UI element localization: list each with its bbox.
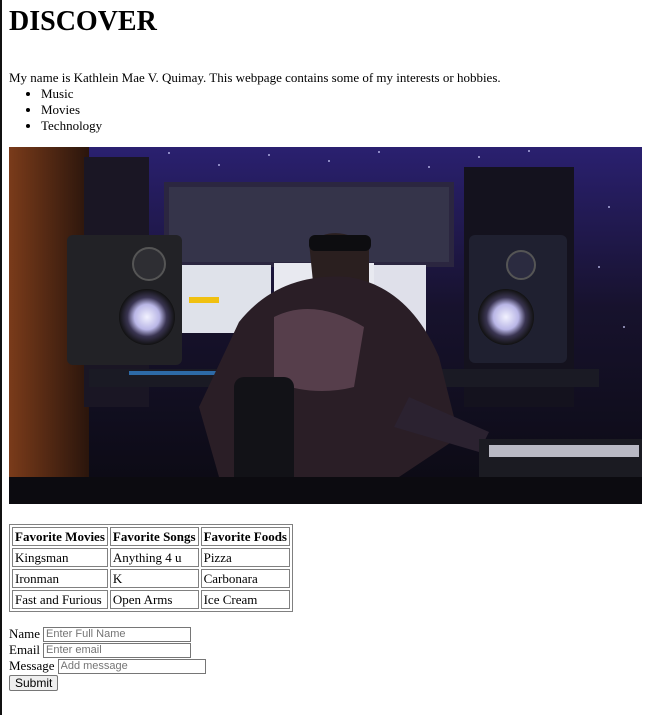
message-input[interactable] [57, 658, 206, 674]
intro-text: My name is Kathlein Mae V. Quimay. This … [9, 70, 501, 85]
table-cell: Fast and Furious [12, 590, 108, 609]
table-row: Fast and Furious Open Arms Ice Cream [12, 590, 290, 609]
column-header: Favorite Foods [200, 527, 290, 546]
message-label: Message [9, 658, 55, 673]
email-label: Email [9, 642, 41, 657]
list-item: Music [41, 86, 102, 102]
music-studio-photo [9, 147, 642, 504]
table-cell: Ironman [12, 569, 108, 588]
column-header: Favorite Movies [12, 527, 108, 546]
name-label: Name [9, 626, 41, 641]
favorites-table: Favorite Movies Favorite Songs Favorite … [9, 524, 293, 612]
name-input[interactable] [43, 626, 192, 642]
email-input[interactable] [43, 642, 192, 658]
list-item: Movies [41, 102, 102, 118]
list-item: Technology [41, 118, 102, 134]
email-row: Email [9, 642, 206, 658]
table-cell: Kingsman [12, 548, 108, 567]
submit-button[interactable]: Submit [9, 675, 59, 691]
table-row: Kingsman Anything 4 u Pizza [12, 548, 290, 567]
table-cell: Carbonara [200, 569, 290, 588]
table-cell: Open Arms [109, 590, 199, 609]
contact-form: Name Email Message Submit [9, 626, 206, 691]
left-border [0, 0, 2, 715]
table-cell: Pizza [200, 548, 290, 567]
table-row: Ironman K Carbonara [12, 569, 290, 588]
page-title: DISCOVER [9, 6, 157, 37]
name-row: Name [9, 626, 206, 642]
hobbies-list: Music Movies Technology [9, 86, 102, 134]
table-header-row: Favorite Movies Favorite Songs Favorite … [12, 527, 290, 546]
message-row: Message [9, 658, 206, 674]
table-cell: Ice Cream [200, 590, 290, 609]
column-header: Favorite Songs [109, 527, 199, 546]
table-cell: Anything 4 u [109, 548, 199, 567]
table-cell: K [109, 569, 199, 588]
studio-image [9, 147, 642, 504]
